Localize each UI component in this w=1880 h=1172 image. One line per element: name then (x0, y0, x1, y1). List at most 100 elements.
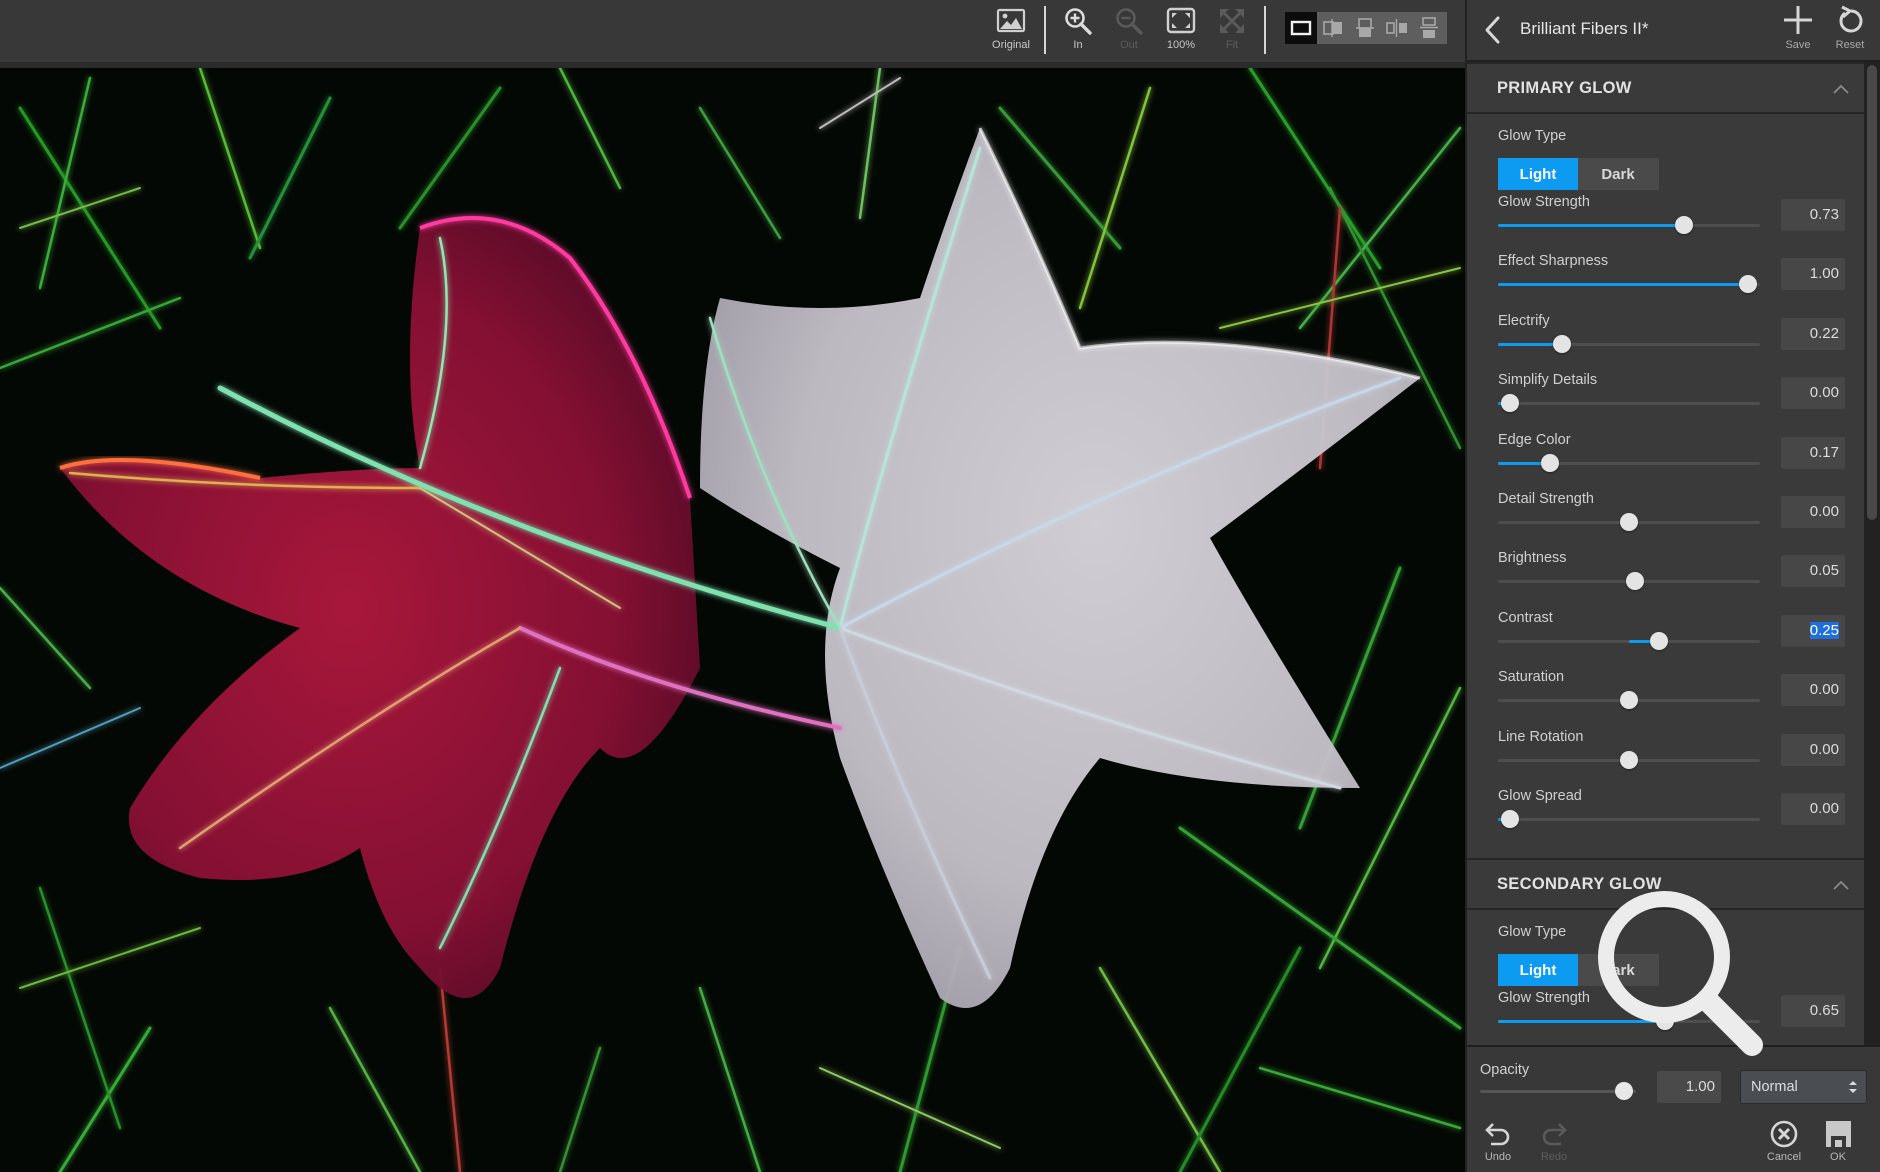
zoom-in-icon (1065, 8, 1092, 35)
original-button[interactable]: Original (984, 6, 1038, 56)
reset-label: Reset (1835, 39, 1865, 51)
value-text: 0.22 (1809, 324, 1839, 342)
undo-label: Undo (1484, 1151, 1512, 1163)
cancel-button[interactable]: Cancel (1759, 1119, 1809, 1171)
reset-icon (1839, 5, 1863, 33)
section-header-secondary-glow[interactable]: SECONDARY GLOW (1467, 858, 1864, 910)
contrast-value-field[interactable]: 0.25 (1781, 614, 1845, 647)
zoom-in-label: In (1073, 39, 1083, 51)
panel-scrollbar[interactable] (1864, 62, 1880, 1045)
electrify-slider[interactable] (1498, 334, 1760, 354)
glow-spread-value-field[interactable]: 0.00 (1781, 793, 1845, 825)
app-window: Original In Out 100% Fit Brilliant Fiber… (0, 0, 1880, 1172)
simplify-details-value-field[interactable]: 0.00 (1781, 377, 1845, 410)
effect-sharpness-value-field[interactable]: 1.00 (1781, 258, 1845, 291)
value-text: 0.25 (1809, 621, 1839, 639)
simplify-details-slider[interactable] (1498, 393, 1760, 413)
slider-label: Electrify (1498, 312, 1550, 329)
glow-spread-slider[interactable] (1498, 809, 1760, 829)
slider-knob[interactable] (1620, 750, 1638, 769)
image-canvas[interactable] (0, 68, 1465, 1172)
slider-knob[interactable] (1625, 572, 1644, 591)
line-rotation-value-field[interactable]: 0.00 (1781, 733, 1845, 766)
value-text: 0.05 (1809, 562, 1839, 580)
glow-strength-value-field[interactable]: 0.65 (1781, 995, 1845, 1027)
slider-knob[interactable] (1649, 631, 1668, 650)
slider-label: Glow Strength (1498, 990, 1590, 1006)
slider-knob[interactable] (1501, 810, 1519, 828)
zoom-out-button[interactable]: Out (1102, 6, 1156, 56)
slider-knob[interactable] (1620, 691, 1638, 710)
glow-type-option-dark[interactable]: Dark (1578, 954, 1658, 986)
opacity-value-field[interactable]: 1.00 (1657, 1071, 1721, 1103)
zoom-out-icon (1116, 8, 1143, 35)
slider-label: Edge Color (1498, 431, 1571, 448)
top-toolbar: Original In Out 100% Fit (0, 0, 1465, 62)
opacity-slider[interactable] (1480, 1081, 1636, 1101)
slider-knob[interactable] (1620, 513, 1638, 531)
glow-strength-slider[interactable] (1498, 1011, 1760, 1031)
actual-size-icon (1166, 7, 1196, 34)
undo-button[interactable]: Undo (1473, 1119, 1523, 1171)
preview-image (0, 68, 1465, 1172)
blend-mode-select[interactable]: Normal (1740, 1070, 1867, 1104)
slider-knob[interactable] (1553, 334, 1572, 353)
zoom-in-button[interactable]: In (1051, 6, 1105, 56)
view-mode-side-by-side[interactable] (1381, 12, 1413, 44)
opacity-slider-knob[interactable] (1615, 1082, 1633, 1100)
scrollbar-thumb[interactable] (1867, 65, 1877, 520)
effect-sharpness-slider[interactable] (1498, 274, 1760, 294)
slider-label: Glow Spread (1498, 788, 1582, 804)
detail-strength-value-field[interactable]: 0.00 (1781, 496, 1845, 528)
preset-title: Brilliant Fibers II* (1520, 19, 1649, 38)
image-icon (996, 8, 1026, 33)
slider-knob[interactable] (1541, 453, 1560, 472)
glow-strength-value-field[interactable]: 0.73 (1781, 199, 1845, 231)
slider-fill (1498, 224, 1684, 227)
redo-button[interactable]: Redo (1529, 1119, 1579, 1171)
slider-label: Effect Sharpness (1498, 253, 1609, 270)
glow-type-option-light[interactable]: Light (1498, 158, 1578, 190)
panel-scroll-area[interactable]: PRIMARY GLOW Glow Type Light Dark Glow Stre… (1467, 62, 1880, 1045)
plus-icon (1784, 6, 1812, 34)
view-mode-top-bottom[interactable] (1413, 12, 1445, 44)
fit-button[interactable]: Fit (1205, 6, 1259, 56)
reset-button[interactable]: Reset (1828, 4, 1872, 56)
ok-button[interactable]: OK (1813, 1119, 1863, 1171)
line-rotation-slider[interactable] (1498, 750, 1760, 770)
glow-strength-slider[interactable] (1498, 215, 1760, 235)
actual-size-button[interactable]: 100% (1154, 6, 1208, 56)
slider-knob[interactable] (1501, 394, 1519, 413)
brightness-value-field[interactable]: 0.05 (1781, 555, 1845, 588)
glow-type-option-light[interactable]: Light (1498, 954, 1578, 986)
slider-knob[interactable] (1674, 216, 1693, 234)
saturation-slider[interactable] (1498, 690, 1760, 710)
view-mode-split-horizontal[interactable] (1349, 12, 1381, 44)
fit-icon (1220, 9, 1244, 33)
edge-color-value-field[interactable]: 0.17 (1781, 436, 1845, 469)
value-text: 0.00 (1809, 800, 1839, 817)
edge-color-slider[interactable] (1498, 453, 1760, 473)
section-header-primary-glow[interactable]: PRIMARY GLOW (1467, 62, 1864, 114)
slider-track (1498, 402, 1760, 406)
contrast-slider[interactable] (1498, 631, 1760, 651)
slider-label: Glow Strength (1498, 194, 1590, 210)
glow-type-option-dark[interactable]: Dark (1578, 158, 1658, 190)
view-mode-split-vertical[interactable] (1317, 12, 1349, 44)
glow-type-label: Glow Type (1498, 128, 1567, 144)
value-text: 1.00 (1809, 265, 1839, 283)
slider-label: Saturation (1498, 669, 1565, 686)
brightness-slider[interactable] (1498, 571, 1760, 591)
save-button[interactable]: Save (1776, 4, 1820, 56)
glow-type-segmented-control: Light Dark (1498, 158, 1659, 190)
slider-knob[interactable] (1739, 275, 1757, 294)
back-button[interactable] (1481, 14, 1505, 46)
view-mode-single[interactable] (1285, 12, 1317, 44)
saturation-value-field[interactable]: 0.00 (1781, 674, 1845, 707)
slider-knob[interactable] (1655, 1012, 1674, 1030)
electrify-value-field[interactable]: 0.22 (1781, 317, 1845, 350)
top-bottom-icon (1420, 17, 1438, 38)
chevron-up-icon[interactable] (1832, 80, 1850, 98)
detail-strength-slider[interactable] (1498, 512, 1760, 532)
chevron-up-icon[interactable] (1832, 876, 1850, 894)
